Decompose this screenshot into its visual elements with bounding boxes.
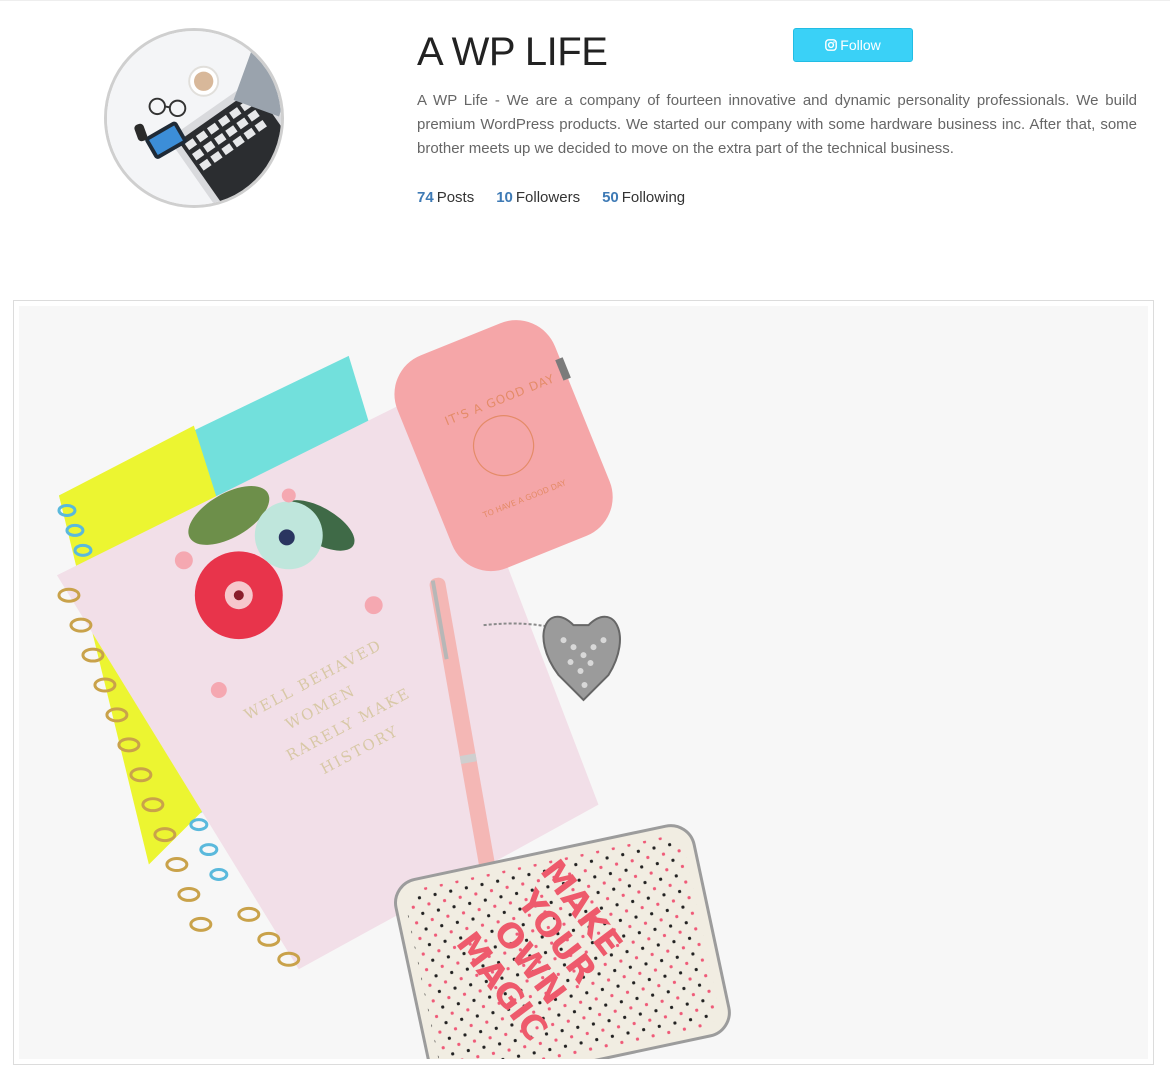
stat-following[interactable]: 50 Following bbox=[602, 189, 685, 206]
stat-posts-count: 74 bbox=[417, 189, 434, 206]
profile-name: A WP LIFE bbox=[417, 30, 608, 74]
stat-followers[interactable]: 10 Followers bbox=[496, 189, 580, 206]
stat-followers-label: Followers bbox=[515, 189, 581, 206]
stat-posts[interactable]: 74 Posts bbox=[417, 189, 474, 206]
profile-header: A WP LIFE Follow A WP Life - We are a co… bbox=[0, 0, 1170, 300]
stat-followers-count: 10 bbox=[496, 189, 513, 206]
instagram-icon bbox=[825, 39, 838, 51]
stat-posts-label: Posts bbox=[436, 189, 475, 206]
profile-bio: A WP Life - We are a company of fourteen… bbox=[417, 92, 1137, 157]
post-image: WELL BEHAVED WOMEN RARELY MAKE HISTORY I… bbox=[19, 306, 1148, 1059]
avatar-image bbox=[107, 31, 281, 205]
stat-following-count: 50 bbox=[602, 189, 619, 206]
profile-avatar[interactable] bbox=[104, 28, 284, 208]
post-card[interactable]: WELL BEHAVED WOMEN RARELY MAKE HISTORY I… bbox=[13, 300, 1154, 1065]
profile-stats: 74 Posts 10 Followers 50 Following bbox=[417, 189, 685, 206]
stat-following-label: Following bbox=[621, 189, 686, 206]
follow-button[interactable]: Follow bbox=[793, 28, 913, 62]
follow-button-label: Follow bbox=[840, 37, 881, 53]
